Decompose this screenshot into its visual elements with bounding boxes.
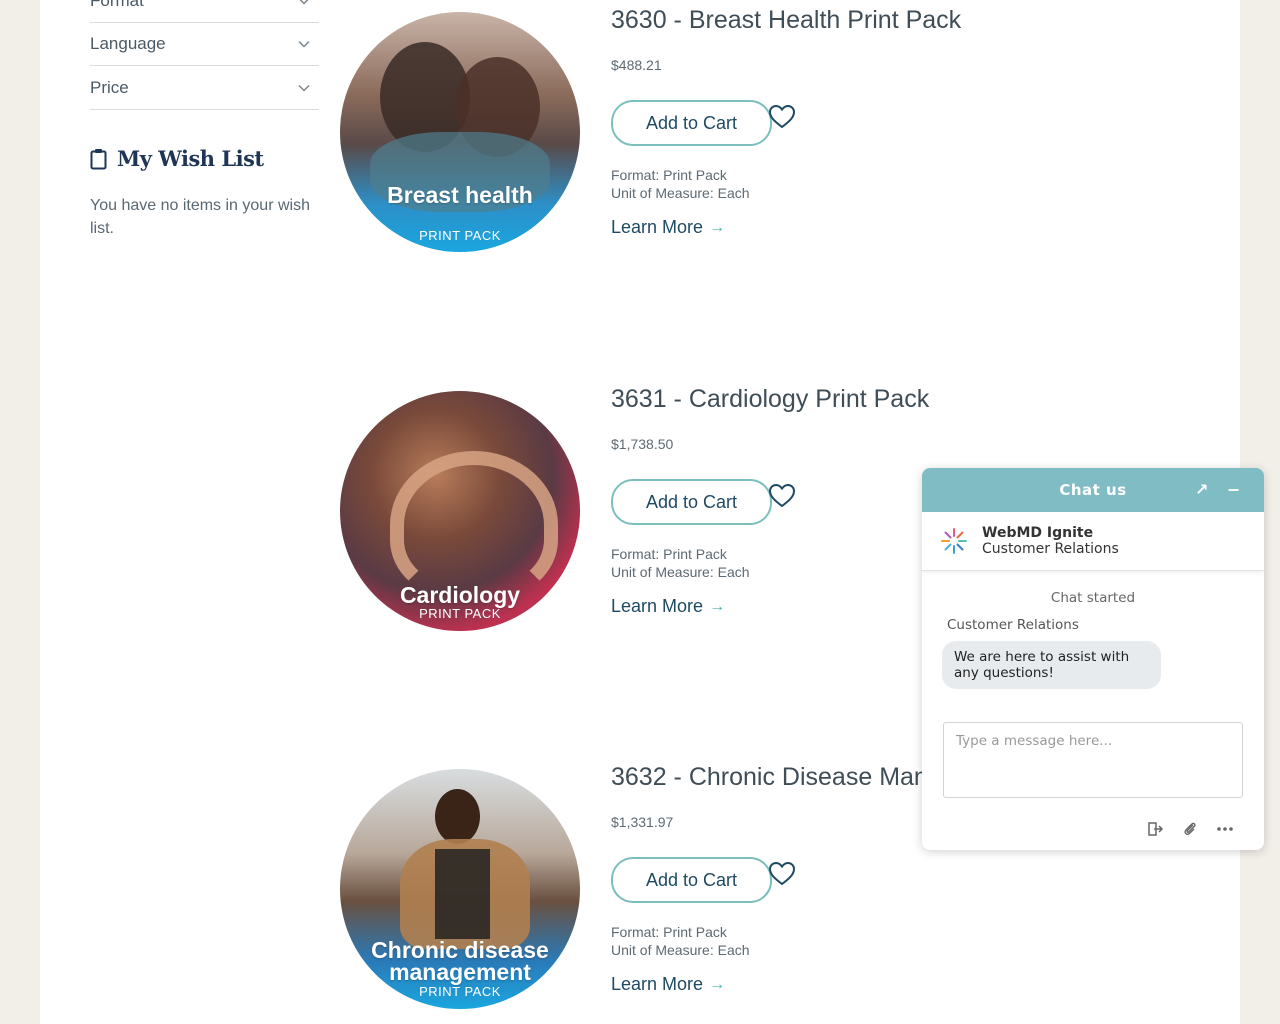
product-price: $1,331.97 — [611, 814, 674, 830]
message-bubble: We are here to assist with any questions… — [942, 641, 1161, 689]
add-to-cart-button[interactable]: Add to Cart — [611, 857, 772, 903]
clipboard-icon — [90, 148, 107, 169]
arrow-right-icon: → — [709, 218, 726, 236]
product-meta: Format: Print Pack Unit of Measure: Each — [611, 924, 750, 959]
product-image[interactable]: Breast health PRINT PACK — [340, 12, 580, 252]
chevron-down-icon — [298, 40, 310, 48]
wishlist-title: My Wish List — [117, 146, 264, 171]
minimize-icon[interactable]: − — [1224, 480, 1244, 500]
product-card: Breast health PRINT PACK 3630 - Breast H… — [340, 0, 1200, 260]
learn-more-link[interactable]: Learn More → — [611, 596, 725, 617]
image-caption: Chronic disease management — [371, 937, 549, 985]
chevron-down-icon — [299, 0, 309, 5]
product-format: Format: Print Pack — [611, 167, 727, 183]
image-caption: Breast health — [387, 182, 533, 208]
filter-language[interactable]: Language — [90, 22, 319, 66]
product-unit: Unit of Measure: Each — [611, 184, 750, 201]
learn-more-label: Learn More — [611, 596, 704, 616]
product-image[interactable]: Chronic disease management PRINT PACK — [340, 769, 580, 1009]
arrow-right-icon: → — [709, 597, 726, 615]
image-subcaption: PRINT PACK — [419, 228, 501, 243]
image-subcaption: PRINT PACK — [419, 606, 501, 621]
product-price: $488.21 — [611, 57, 662, 73]
learn-more-link[interactable]: Learn More → — [611, 974, 725, 995]
message-sender: Customer Relations — [947, 617, 1079, 633]
arrow-right-icon: → — [709, 975, 726, 993]
heart-icon[interactable] — [768, 104, 796, 130]
wishlist-heading: My Wish List — [90, 146, 264, 171]
product-format: Format: Print Pack — [611, 546, 727, 562]
product-title[interactable]: 3631 - Cardiology Print Pack — [611, 385, 929, 414]
filter-format[interactable]: Format — [90, 0, 319, 23]
image-subcaption: PRINT PACK — [419, 984, 501, 999]
filter-label: Price — [90, 77, 129, 97]
agent-name: WebMD Ignite — [982, 525, 1094, 541]
more-options-icon[interactable] — [1216, 820, 1234, 838]
learn-more-label: Learn More — [611, 974, 704, 994]
filter-price[interactable]: Price — [90, 66, 319, 110]
add-to-cart-button[interactable]: Add to Cart — [611, 479, 772, 525]
product-title[interactable]: 3630 - Breast Health Print Pack — [611, 6, 961, 35]
product-unit: Unit of Measure: Each — [611, 563, 750, 580]
agent-department: Customer Relations — [982, 541, 1119, 557]
popout-icon[interactable]: ↗ — [1192, 480, 1212, 500]
heart-icon[interactable] — [768, 483, 796, 509]
end-chat-icon[interactable] — [1146, 820, 1164, 838]
chat-widget: Chat us ↗ − WebMD Ignite Customer Relati… — [922, 468, 1264, 850]
chat-agent-info: WebMD Ignite Customer Relations — [922, 512, 1264, 571]
filter-label: Language — [90, 33, 166, 53]
product-meta: Format: Print Pack Unit of Measure: Each — [611, 546, 750, 581]
heart-icon[interactable] — [768, 861, 796, 887]
product-format: Format: Print Pack — [611, 924, 727, 940]
wishlist-empty-text: You have no items in your wish list. — [90, 197, 310, 237]
product-image[interactable]: Cardiology PRINT PACK — [340, 391, 580, 631]
attachment-icon[interactable] — [1181, 820, 1199, 838]
chat-message-input[interactable] — [943, 722, 1243, 798]
chat-header: Chat us ↗ − — [922, 468, 1264, 512]
chevron-down-icon — [298, 84, 310, 92]
webmd-ignite-logo-icon — [941, 528, 967, 554]
product-price: $1,738.50 — [611, 436, 674, 452]
chat-header-title: Chat us — [1059, 481, 1127, 499]
image-caption: Cardiology — [399, 582, 521, 608]
learn-more-link[interactable]: Learn More → — [611, 217, 725, 238]
add-to-cart-button[interactable]: Add to Cart — [611, 100, 772, 146]
chat-status: Chat started — [1050, 590, 1136, 606]
product-meta: Format: Print Pack Unit of Measure: Each — [611, 167, 750, 202]
product-unit: Unit of Measure: Each — [611, 941, 750, 958]
filter-label: Format — [90, 0, 144, 10]
learn-more-label: Learn More — [611, 217, 704, 237]
